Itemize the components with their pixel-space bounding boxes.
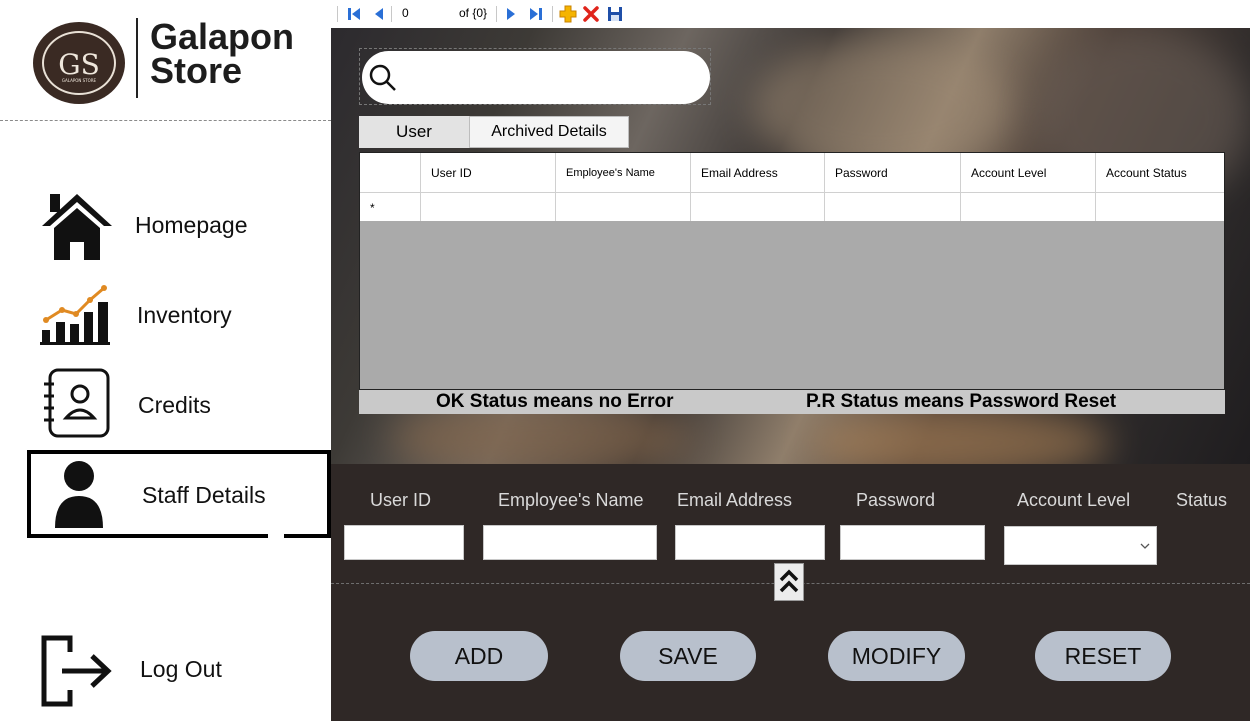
toolbar-separator bbox=[496, 6, 497, 22]
account-level-select[interactable] bbox=[1004, 526, 1157, 565]
email-field[interactable] bbox=[675, 525, 825, 560]
add-new-icon[interactable] bbox=[559, 4, 577, 24]
sidebar-divider bbox=[0, 120, 331, 121]
chart-icon bbox=[40, 285, 110, 345]
column-header-user-id[interactable]: User ID bbox=[420, 153, 555, 193]
search-icon bbox=[369, 64, 396, 91]
double-chevron-up-icon bbox=[779, 569, 799, 593]
logo: GS GALAPON STORE bbox=[33, 22, 125, 104]
user-id-field[interactable] bbox=[344, 525, 464, 560]
position-item[interactable]: 0 bbox=[402, 6, 409, 20]
sidebar: GS GALAPON STORE Galapon Store Homepage bbox=[0, 0, 331, 721]
logo-divider bbox=[136, 18, 138, 98]
label-user-id: User ID bbox=[370, 490, 432, 510]
save-button[interactable]: SAVE bbox=[620, 631, 756, 681]
label-status: Status bbox=[1176, 490, 1228, 510]
status-legend: OK Status means no Error P.R Status mean… bbox=[359, 390, 1225, 414]
search-container bbox=[359, 48, 711, 105]
column-header-employee-name[interactable]: Employee's Name bbox=[555, 153, 690, 193]
column-header-account-status[interactable]: Account Status bbox=[1095, 153, 1224, 193]
label-email-address: Email Address bbox=[677, 490, 793, 510]
tab-user[interactable]: User bbox=[359, 116, 469, 148]
save-icon[interactable] bbox=[607, 4, 623, 24]
reset-button[interactable]: RESET bbox=[1035, 631, 1171, 681]
employee-name-field[interactable] bbox=[483, 525, 657, 560]
move-next-icon[interactable] bbox=[503, 4, 519, 24]
sidebar-item-staff-details[interactable]: Staff Details bbox=[27, 450, 331, 538]
brand-line-1: Galapon bbox=[150, 16, 295, 57]
table-row[interactable]: * bbox=[360, 193, 1224, 221]
selection-gap bbox=[268, 532, 284, 540]
sidebar-item-label: Log Out bbox=[140, 656, 222, 682]
table-cell[interactable] bbox=[420, 193, 555, 221]
pr-status-note: P.R Status means Password Reset bbox=[806, 391, 1117, 412]
contact-book-icon bbox=[44, 368, 110, 438]
logout-icon bbox=[41, 635, 112, 707]
brand-line-2: Store bbox=[150, 50, 243, 91]
sidebar-item-label: Credits bbox=[138, 392, 211, 418]
password-field[interactable] bbox=[840, 525, 985, 560]
move-previous-icon[interactable] bbox=[371, 4, 387, 24]
main-content: 0 of {0} User Archived Details User ID E… bbox=[331, 0, 1250, 721]
move-first-icon[interactable] bbox=[346, 4, 362, 24]
table-cell[interactable] bbox=[690, 193, 824, 221]
sidebar-item-label: Homepage bbox=[135, 212, 248, 238]
delete-icon[interactable] bbox=[582, 4, 600, 24]
table-cell[interactable] bbox=[555, 193, 690, 221]
logo-subtext: GALAPON STORE bbox=[62, 78, 97, 83]
collapse-button[interactable] bbox=[774, 563, 804, 601]
count-item: of {0} bbox=[459, 6, 488, 20]
toolbar-separator bbox=[391, 6, 392, 22]
sidebar-item-label: Inventory bbox=[137, 302, 232, 328]
chevron-down-icon bbox=[1140, 543, 1150, 549]
label-password: Password bbox=[856, 490, 936, 510]
sidebar-item-label: Staff Details bbox=[142, 482, 266, 508]
entry-form-panel: User ID Employee's Name Email Address Pa… bbox=[331, 464, 1250, 721]
tab-archived-details[interactable]: Archived Details bbox=[469, 116, 629, 148]
column-header-account-level[interactable]: Account Level bbox=[960, 153, 1095, 193]
logo-monogram-icon: GS GALAPON STORE bbox=[58, 48, 100, 83]
table-cell[interactable] bbox=[960, 193, 1095, 221]
home-icon bbox=[42, 194, 112, 260]
background-blur bbox=[811, 408, 1111, 464]
label-employee-name: Employee's Name bbox=[498, 490, 644, 510]
label-account-level: Account Level bbox=[1017, 490, 1131, 510]
table-cell[interactable] bbox=[824, 193, 960, 221]
add-button[interactable]: ADD bbox=[410, 631, 548, 681]
logo-initials: GS bbox=[58, 48, 100, 81]
search-input[interactable] bbox=[362, 51, 710, 104]
grid-header: User ID Employee's Name Email Address Pa… bbox=[360, 153, 1224, 193]
background-image-panel: User Archived Details User ID Employee's… bbox=[331, 28, 1250, 464]
user-icon bbox=[55, 461, 103, 528]
sidebar-item-logout[interactable]: Log Out bbox=[0, 630, 331, 707]
toolbar-grip bbox=[337, 6, 338, 22]
column-header-email[interactable]: Email Address bbox=[690, 153, 824, 193]
user-data-grid[interactable]: User ID Employee's Name Email Address Pa… bbox=[359, 152, 1225, 390]
move-last-icon[interactable] bbox=[528, 4, 544, 24]
table-cell[interactable] bbox=[1095, 193, 1224, 221]
brand-name: Galapon Store bbox=[150, 16, 295, 91]
ok-status-note: OK Status means no Error bbox=[436, 391, 674, 412]
modify-button[interactable]: MODIFY bbox=[828, 631, 965, 681]
sidebar-item-homepage[interactable]: Homepage bbox=[0, 188, 331, 262]
column-header-password[interactable]: Password bbox=[824, 153, 960, 193]
sidebar-item-credits[interactable]: Credits bbox=[0, 368, 331, 442]
toolbar-separator bbox=[552, 6, 553, 22]
sidebar-item-inventory[interactable]: Inventory bbox=[0, 280, 331, 354]
binding-navigator: 0 of {0} bbox=[331, 0, 1250, 28]
new-row-marker: * bbox=[370, 201, 375, 215]
